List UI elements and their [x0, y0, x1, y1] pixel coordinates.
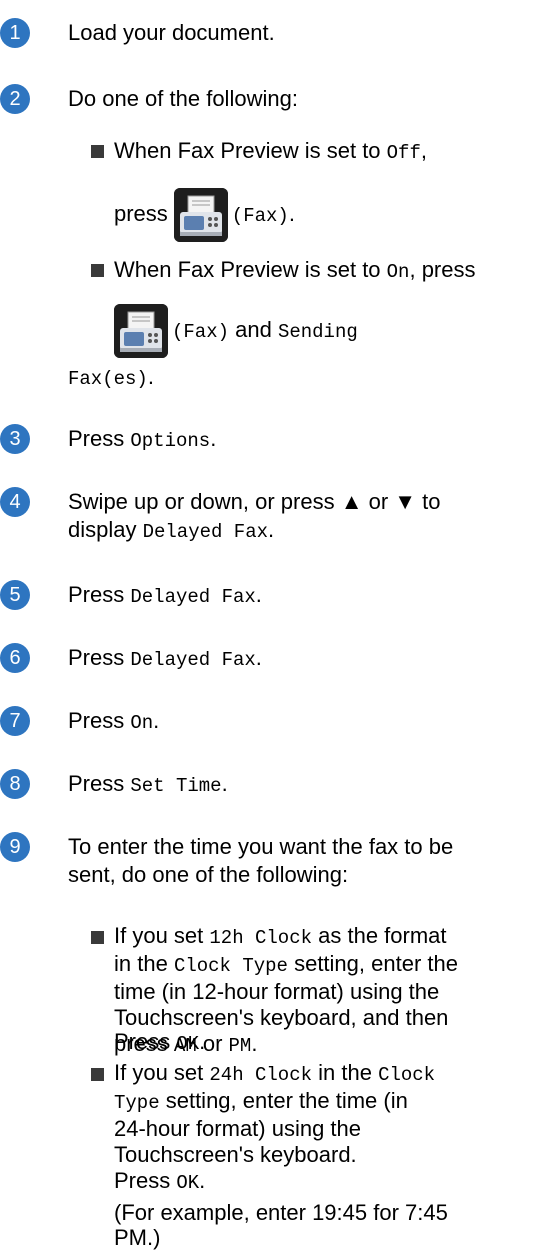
bullet-text: When Fax Preview is set to On, press	[114, 257, 476, 283]
sending-fax-line: Fax(es).	[68, 364, 154, 390]
code-text: Delayed Fax	[142, 521, 269, 543]
code-text: Sending	[277, 321, 358, 343]
step-number: 8	[0, 769, 30, 799]
step-text: Press Delayed Fax.	[68, 645, 262, 671]
step-text: Press On.	[68, 708, 160, 734]
press-fax-line: press (Fax).	[114, 186, 524, 243]
code-text: Clock	[378, 1064, 436, 1086]
step-number: 4	[0, 487, 30, 517]
step-number: 6	[0, 643, 30, 673]
press-ok-line: Press OK.	[114, 1168, 206, 1194]
code-text: 12h Clock	[209, 927, 313, 949]
fax-icon[interactable]	[114, 304, 168, 359]
step-text: Swipe up or down, or press ▲ or ▼ to dis…	[68, 489, 441, 543]
bullet-text: If you set 24h Clock in the Clock Type s…	[114, 1060, 524, 1196]
code-text: Type	[114, 1092, 160, 1114]
step-number: 9	[0, 832, 30, 862]
step-text: To enter the time you want the fax to be…	[68, 834, 454, 887]
code-text: 24h Clock	[209, 1064, 313, 1086]
step-text: Press Options.	[68, 426, 217, 452]
code-text: Fax(es)	[68, 368, 148, 390]
code-text: Off	[386, 142, 421, 164]
bullet-square	[91, 1068, 104, 1081]
step-text: Press Set Time.	[68, 771, 228, 797]
step-text: Load your document.	[68, 20, 275, 45]
fax-label: (Fax)	[231, 205, 289, 227]
step-text: Press Delayed Fax.	[68, 582, 262, 608]
bullet-square	[91, 264, 104, 277]
code-text: OK	[176, 1033, 200, 1055]
example-note: (For example, enter 19:45 for 7:45 PM.)	[114, 1200, 448, 1250]
code-text: On	[130, 712, 154, 734]
bullet-text: When Fax Preview is set to Off,	[114, 138, 427, 164]
step-number: 7	[0, 706, 30, 736]
press-ok-line: Press OK.	[114, 1029, 206, 1055]
step-number: 3	[0, 424, 30, 454]
fax-icon[interactable]	[173, 188, 228, 243]
code-text: Options	[130, 430, 211, 452]
code-text: Set Time	[130, 775, 222, 797]
step-number: 5	[0, 580, 30, 610]
code-text: Delayed Fax	[130, 649, 256, 671]
step-text: Do one of the following:	[68, 86, 298, 111]
code-text: Clock Type	[173, 955, 288, 977]
code-text: On	[386, 261, 410, 283]
fax-sending-line: (Fax) and Sending	[114, 302, 524, 359]
bullet-square	[91, 145, 104, 158]
bullet-square	[91, 931, 104, 944]
step-number: 2	[0, 84, 30, 114]
fax-label: (Fax)	[172, 321, 230, 343]
code-text: Delayed Fax	[130, 586, 256, 608]
code-text: OK	[176, 1172, 200, 1194]
step-number: 1	[0, 18, 30, 48]
